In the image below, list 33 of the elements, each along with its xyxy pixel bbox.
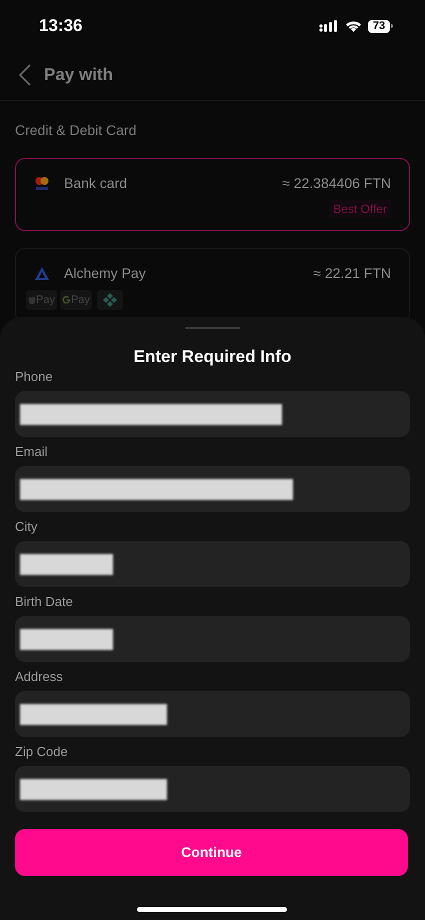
input-field[interactable] <box>15 391 410 437</box>
method-amount: ≈ 22.21 FTN <box>313 264 391 283</box>
battery-level: 73 <box>368 20 390 32</box>
card-logo-icon <box>34 176 50 192</box>
status-time: 13:36 <box>39 15 82 38</box>
back-icon[interactable] <box>19 64 31 86</box>
field-label: Address <box>15 669 64 685</box>
field-label: Phone <box>15 369 54 385</box>
field-label: Zip Code <box>15 744 69 760</box>
triangle-logo-icon <box>34 266 50 282</box>
wifi-icon <box>345 20 362 32</box>
field-label: Birth Date <box>15 594 74 610</box>
sheet-title: Enter Required Info <box>132 347 292 367</box>
method-name: Alchemy Pay <box>64 264 146 283</box>
method-amount: ≈ 22.384406 FTN <box>282 174 391 193</box>
payment-option[interactable]: Bank card ≈ 22.384406 FTN Best Offer <box>15 158 410 231</box>
sheet-handle[interactable] <box>185 327 240 329</box>
g-logo-icon <box>62 295 71 305</box>
continue-button[interactable]: Continue <box>15 829 408 876</box>
page-title: Pay with <box>44 64 113 86</box>
input-field[interactable] <box>15 541 410 587</box>
section-title: Credit & Debit Card <box>15 121 138 140</box>
diamond-icon <box>102 293 117 307</box>
offer-badge: Best Offer <box>329 200 391 218</box>
signal-icon <box>319 20 339 32</box>
input-field[interactable] <box>15 616 410 662</box>
input-field[interactable] <box>15 466 410 512</box>
apple-icon <box>28 295 36 305</box>
field-label: City <box>15 519 38 535</box>
input-field[interactable] <box>15 691 410 737</box>
input-field[interactable] <box>15 766 410 812</box>
field-label: Email <box>15 444 49 460</box>
method-name: Bank card <box>64 174 128 193</box>
